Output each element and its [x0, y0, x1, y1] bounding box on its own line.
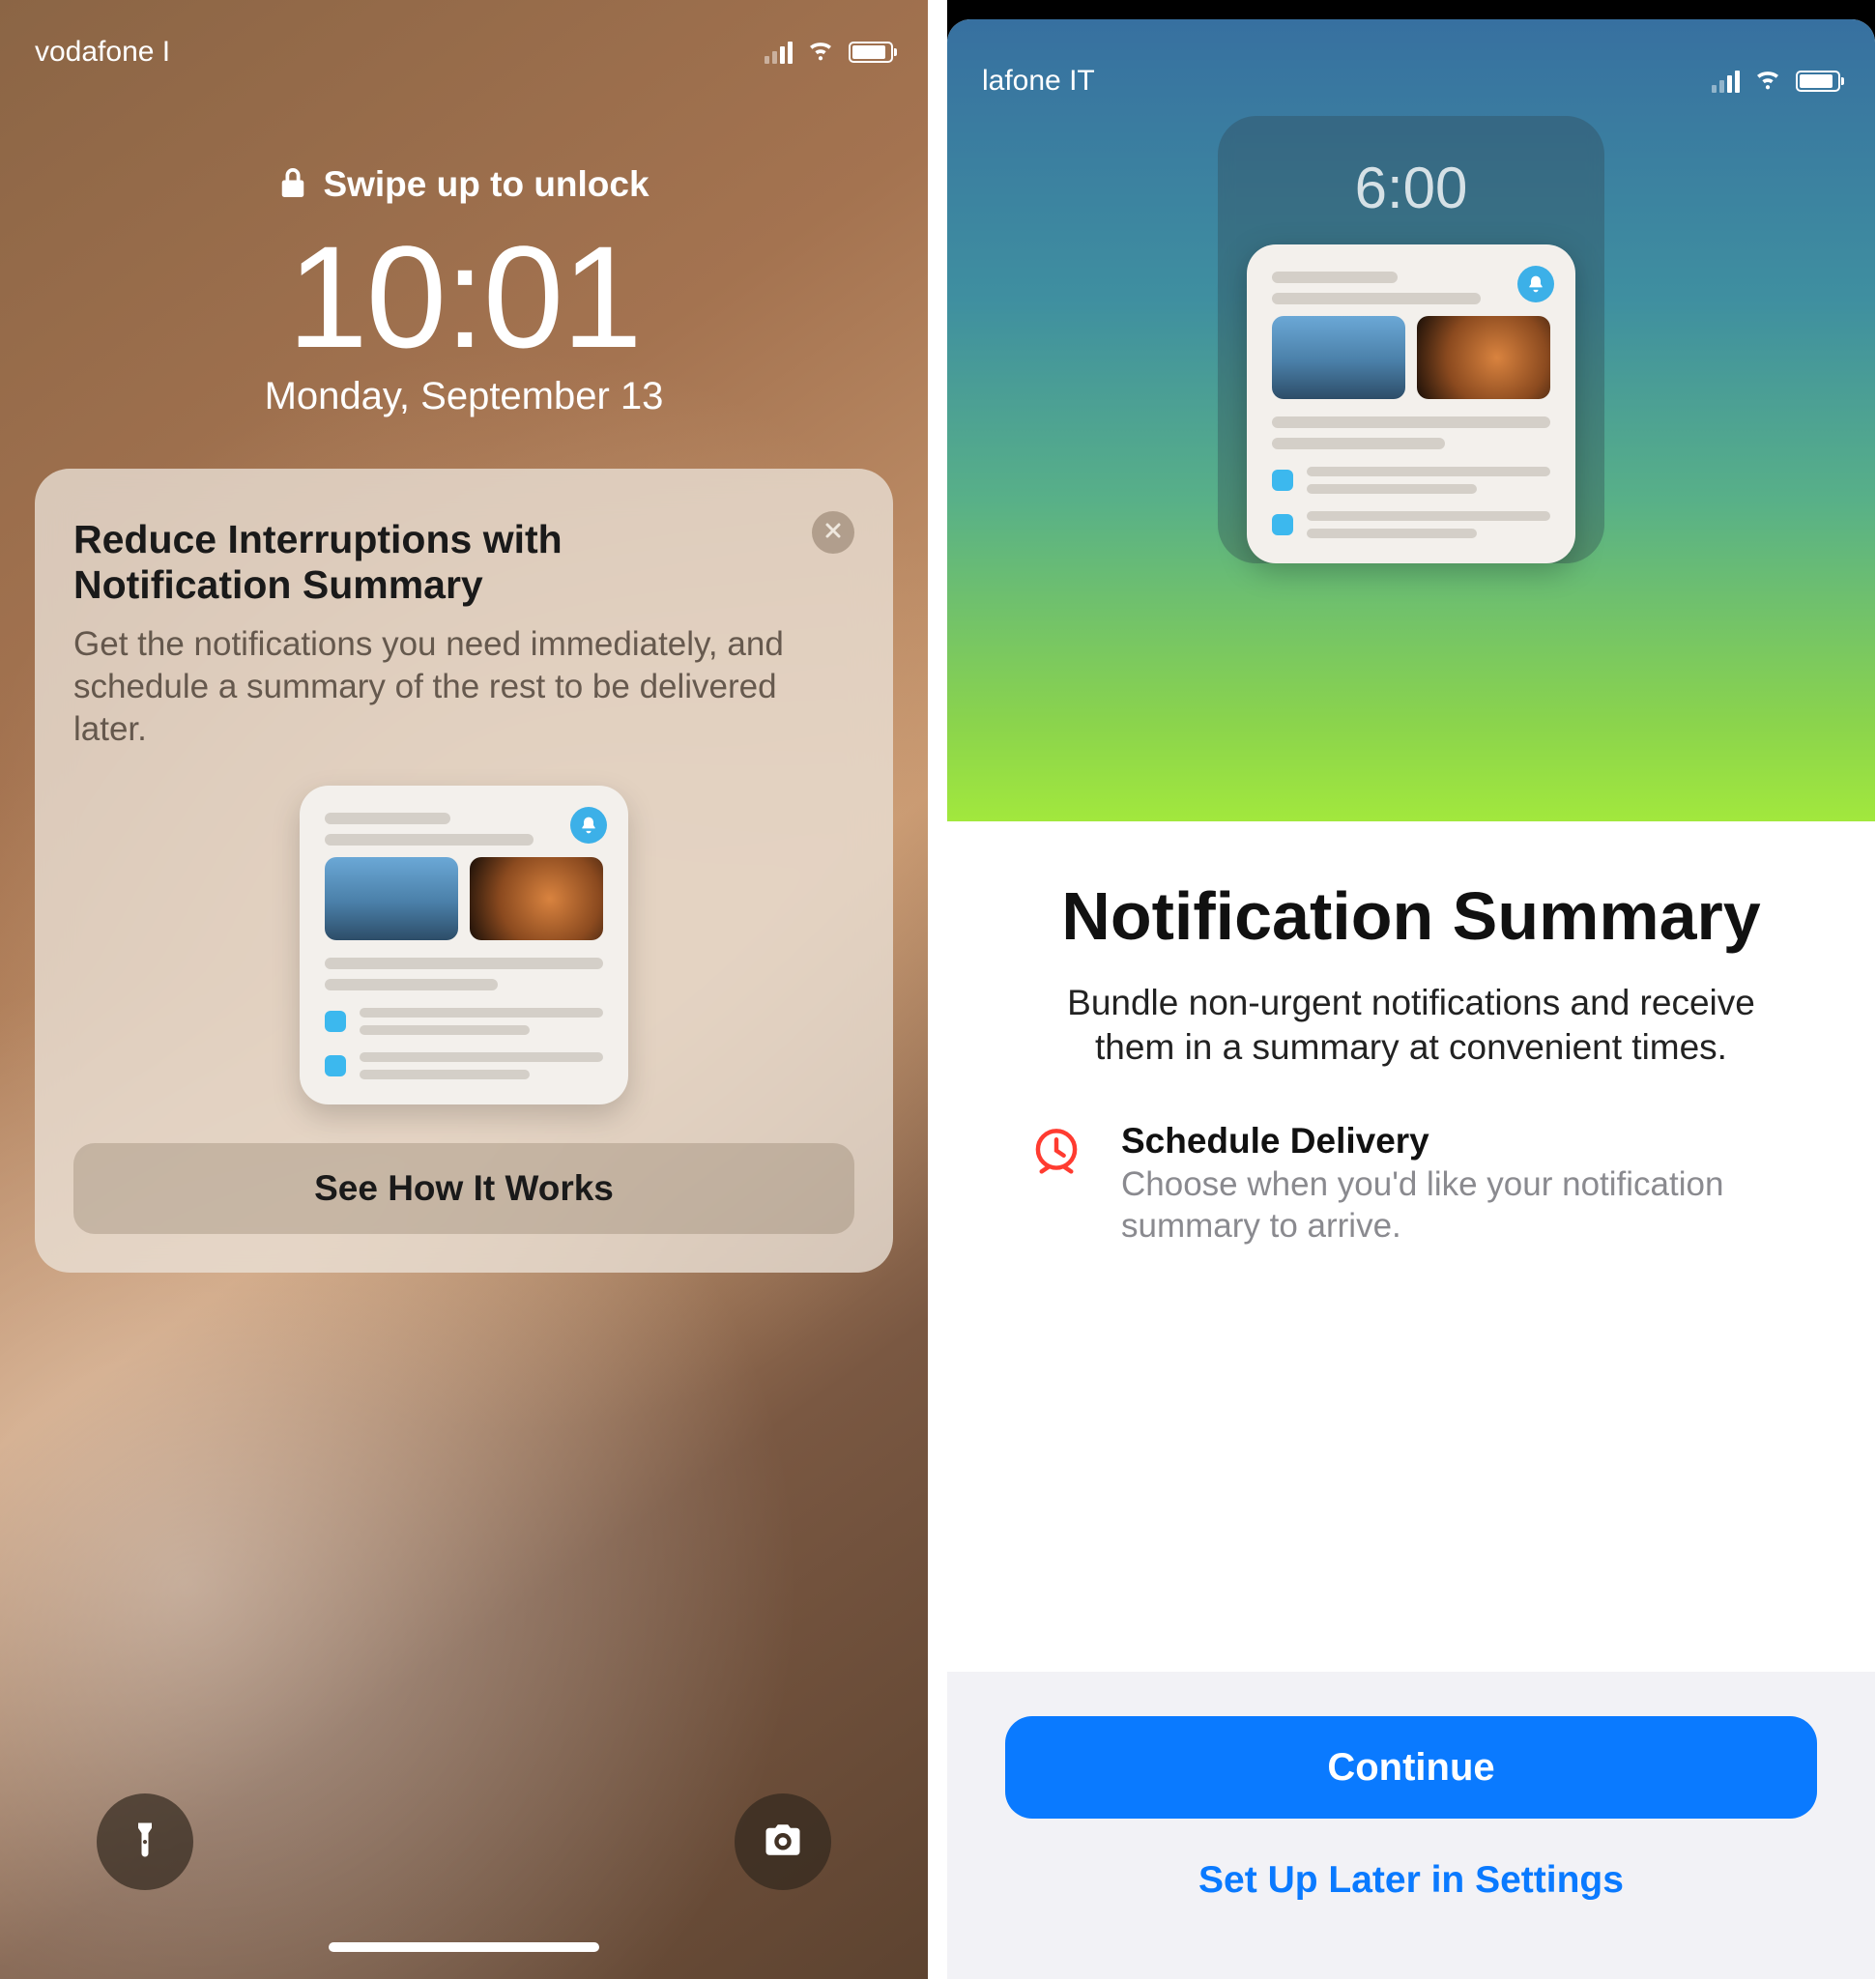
sheet-title: Notification Summary	[1015, 879, 1807, 954]
close-icon	[823, 521, 843, 545]
illustration-thumb-planet	[470, 857, 603, 940]
clock-block: 10:01 Monday, September 13	[0, 224, 928, 418]
mini-phone-illustration: 6:00	[1218, 116, 1604, 563]
illustration-thumb-planet	[1417, 316, 1550, 399]
see-how-label: See How It Works	[314, 1168, 614, 1209]
carrier-label: lafone IT	[982, 65, 1095, 98]
status-right	[765, 34, 893, 71]
flashlight-button[interactable]	[97, 1793, 193, 1890]
camera-button[interactable]	[735, 1793, 831, 1890]
close-button[interactable]	[812, 511, 854, 554]
status-right	[1712, 63, 1840, 100]
card-title: Reduce Interruptions with Notification S…	[73, 517, 854, 608]
cellular-signal-icon	[765, 42, 793, 64]
unlock-row: Swipe up to unlock	[0, 164, 928, 205]
sheet-description: Bundle non-urgent notifications and rece…	[1015, 981, 1807, 1071]
continue-button[interactable]: Continue	[1005, 1716, 1817, 1819]
card-body: Get the notifications you need immediate…	[73, 623, 854, 750]
illustration-thumb-landscape	[325, 857, 458, 940]
bell-icon	[570, 807, 607, 844]
carrier-label: vodafone I	[35, 36, 170, 69]
status-bar-left: vodafone I	[0, 0, 928, 77]
sheet-footer: Continue Set Up Later in Settings	[947, 1672, 1875, 1979]
battery-icon	[849, 42, 893, 63]
setup-later-link[interactable]: Set Up Later in Settings	[1005, 1859, 1817, 1902]
cellular-signal-icon	[1712, 71, 1740, 93]
lock-icon	[278, 165, 307, 205]
unlock-label: Swipe up to unlock	[323, 164, 649, 205]
home-indicator[interactable]	[329, 1942, 599, 1952]
camera-icon	[763, 1820, 803, 1865]
setup-later-label: Set Up Later in Settings	[1198, 1859, 1624, 1901]
feature-subtitle: Choose when you'd like your notification…	[1121, 1163, 1798, 1248]
clock-icon	[1025, 1121, 1088, 1185]
lock-screen: vodafone I Swipe up to unlock 10:01 Mond…	[0, 0, 928, 1979]
setup-sheet: lafone IT 6:00	[947, 19, 1875, 1979]
see-how-it-works-button[interactable]: See How It Works	[73, 1143, 854, 1234]
continue-label: Continue	[1327, 1746, 1494, 1790]
hero-panel: 6:00	[947, 19, 1875, 821]
notification-summary-card: Reduce Interruptions with Notification S…	[35, 469, 893, 1273]
illustration-thumb-landscape	[1272, 316, 1405, 399]
battery-icon	[1796, 71, 1840, 92]
sheet-content: Notification Summary Bundle non-urgent n…	[947, 821, 1875, 1248]
status-bar-right: lafone IT	[947, 29, 1875, 106]
wifi-icon	[1753, 63, 1782, 100]
feature-name: Schedule Delivery	[1121, 1121, 1798, 1162]
wifi-icon	[806, 34, 835, 71]
mini-phone-time: 6:00	[1247, 155, 1575, 221]
summary-illustration	[300, 786, 628, 1104]
clock-time: 10:01	[0, 224, 928, 369]
clock-date: Monday, September 13	[0, 375, 928, 418]
flashlight-icon	[125, 1820, 165, 1865]
bell-icon	[1517, 266, 1554, 302]
summary-illustration	[1247, 244, 1575, 563]
feature-schedule-delivery: Schedule Delivery Choose when you'd like…	[1015, 1121, 1807, 1248]
notification-summary-setup: lafone IT 6:00	[947, 0, 1875, 1979]
